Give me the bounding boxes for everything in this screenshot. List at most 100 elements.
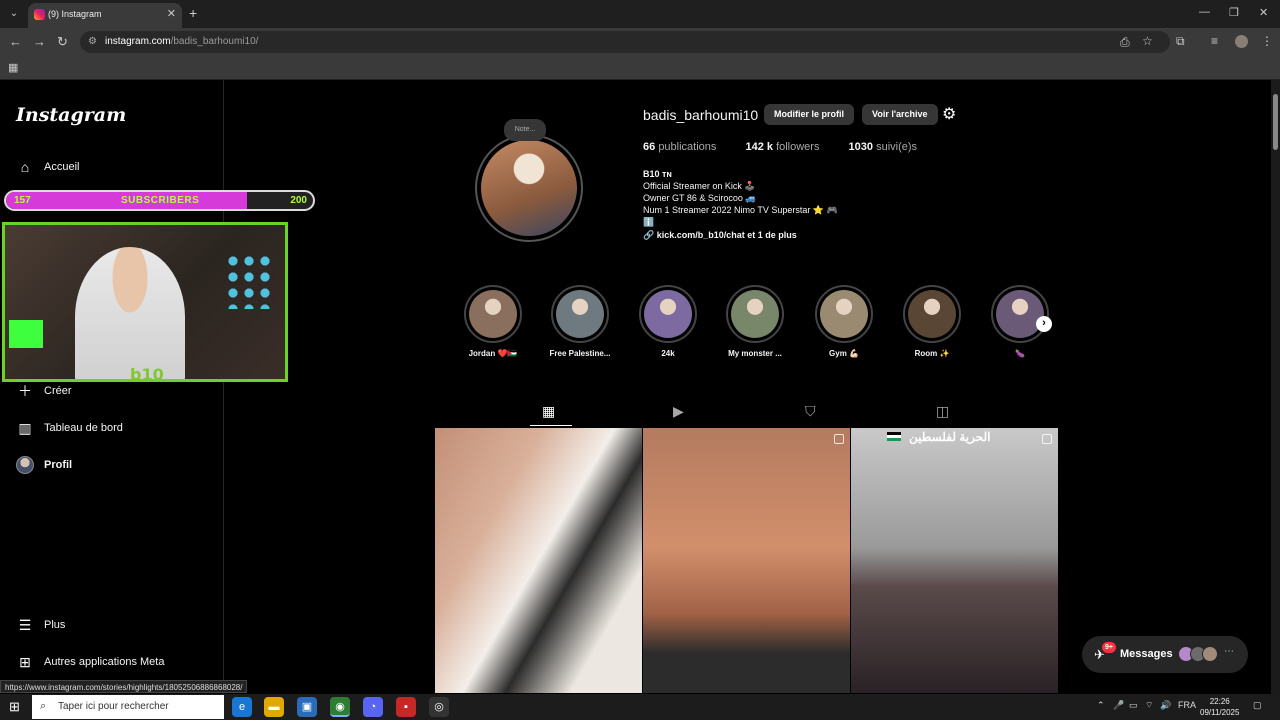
discord-icon[interactable]: ◔ <box>363 697 383 717</box>
store-icon[interactable]: ▣ <box>297 697 317 717</box>
note-bubble[interactable]: Note... <box>504 119 546 141</box>
windows-start-icon[interactable]: ⊞ <box>9 699 20 715</box>
browser-tab-bar: ⌄ (9) Instagram ✕ + — ❐ ✕ <box>0 0 1280 28</box>
reel-icon <box>1042 434 1052 444</box>
extensions-icon[interactable]: ⧉ <box>1176 34 1185 49</box>
sidebar-item-label: Autres applications Meta <box>44 656 165 668</box>
bio-line: Official Streamer on Kick 🕹️ <box>643 181 756 191</box>
taskbar-clock[interactable]: 22:26 09/11/2025 <box>1200 696 1239 718</box>
bio-name: B10 ᴛɴ <box>643 169 672 179</box>
profile-picture[interactable] <box>475 134 583 242</box>
wifi-icon[interactable]: ⌔ <box>1145 700 1153 711</box>
media-controls-icon[interactable]: ≡ <box>1211 34 1218 48</box>
new-tab-icon[interactable]: + <box>189 5 197 21</box>
avatar <box>1202 646 1218 662</box>
subscriber-goal: 200 <box>290 195 307 206</box>
settings-gear-icon[interactable]: ⚙ <box>942 104 956 124</box>
browser-tab[interactable]: (9) Instagram ✕ <box>28 3 182 28</box>
forward-icon[interactable]: → <box>33 34 46 49</box>
highlight-label: Room ✨ <box>914 349 950 358</box>
highlight-item[interactable]: Gym 💪🏻 <box>813 285 875 358</box>
sidebar-item-profile[interactable]: Profil <box>16 453 72 477</box>
post-thumbnail[interactable] <box>643 428 850 693</box>
bookmark-star-icon[interactable]: ☆ <box>1142 34 1153 48</box>
followers-stat[interactable]: 142 k followers <box>745 141 819 153</box>
microphone-icon[interactable]: 🎤 <box>1113 700 1124 711</box>
highlight-item[interactable]: Room ✨ <box>901 285 963 358</box>
tab-tagged-icon[interactable]: ◫ <box>936 403 949 420</box>
sidebar-item-dashboard[interactable]: ▥ Tableau de bord <box>16 416 123 440</box>
scrollbar-thumb[interactable] <box>1273 94 1278 150</box>
window-close-icon[interactable]: ✕ <box>1259 6 1268 19</box>
post-thumbnail[interactable] <box>435 428 642 693</box>
highlight-cover <box>731 290 779 338</box>
tray-chevron-icon[interactable]: ⌃ <box>1097 700 1105 711</box>
sidebar-item-more[interactable]: ☰ Plus <box>16 613 66 637</box>
obs-icon[interactable]: ◎ <box>429 697 449 717</box>
highlights-next-chevron-icon[interactable]: › <box>1036 316 1052 332</box>
messages-button[interactable]: ✈ 9+ Messages ⋯ <box>1082 636 1248 673</box>
sidebar-item-meta-apps[interactable]: ⊞ Autres applications Meta <box>16 650 164 674</box>
search-placeholder: Taper ici pour rechercher <box>58 701 169 712</box>
status-bar-url: https://www.instagram.com/stories/highli… <box>0 680 248 693</box>
highlight-label: Free Palestine... <box>549 349 611 358</box>
bio-line: ℹ️ <box>643 217 655 227</box>
tab-close-icon[interactable]: ✕ <box>167 7 176 20</box>
highlight-cover <box>556 290 604 338</box>
site-info-icon[interactable]: ⚙ <box>88 36 97 47</box>
view-archive-button[interactable]: Voir l'archive <box>862 104 938 125</box>
highlight-item[interactable]: Jordan ❤️🇯🇴 <box>462 285 524 358</box>
instagram-logo[interactable]: Instagram <box>16 104 126 126</box>
tab-search-icon[interactable]: ⌄ <box>6 6 22 22</box>
install-app-icon[interactable]: ⎙ <box>1120 35 1130 50</box>
streaming-app-icon[interactable]: ▪ <box>396 697 416 717</box>
url-text: instagram.com/badis_barhoumi10/ <box>105 36 259 47</box>
post-thumbnail[interactable]: الحرية لفلسطين <box>851 428 1058 693</box>
webcam-overlay: b10 <box>2 222 288 382</box>
subscriber-goal-bar: 157 SUBSCRIBERS 200 <box>4 190 315 211</box>
file-explorer-icon[interactable]: ▬ <box>264 697 284 717</box>
volume-icon[interactable]: 🔊 <box>1160 700 1171 711</box>
profile-picture-image <box>481 140 577 236</box>
link-icon: 🔗 <box>643 230 657 240</box>
restore-icon[interactable]: ❐ <box>1229 6 1239 19</box>
notifications-icon[interactable]: ▢ <box>1253 700 1262 711</box>
webcam-hex-lights <box>225 253 273 309</box>
edit-profile-button[interactable]: Modifier le profil <box>764 104 855 125</box>
tab-title: (9) Instagram <box>48 9 102 19</box>
sidebar-item-home[interactable]: ⌂ Accueil <box>16 155 80 179</box>
highlight-item[interactable]: 24k <box>637 285 699 358</box>
webcam-monitor <box>9 320 43 348</box>
browser-menu-icon[interactable]: ⋮ <box>1261 34 1273 48</box>
minimize-icon[interactable]: — <box>1199 6 1210 18</box>
apps-grid-icon[interactable]: ▦ <box>8 61 18 74</box>
highlight-item[interactable]: Free Palestine... <box>549 285 611 358</box>
tab-saved-bookmark-icon[interactable]: ⛉ <box>805 403 816 420</box>
language-indicator[interactable]: FRA <box>1178 700 1196 710</box>
following-stat[interactable]: 1030 suivi(e)s <box>849 141 918 153</box>
menu-icon: ☰ <box>18 616 32 633</box>
tab-reels-icon[interactable]: ▶ <box>673 403 684 420</box>
taskbar-search[interactable]: ⌕ Taper ici pour rechercher <box>32 695 224 719</box>
messages-badge: 9+ <box>1102 642 1116 653</box>
tab-posts-grid-icon[interactable]: ▦ <box>542 403 555 420</box>
url-field[interactable]: ⚙ instagram.com/badis_barhoumi10/ ⎙ ☆ <box>80 31 1170 53</box>
taskbar: ⊞ ⌕ Taper ici pour rechercher e ▬ ▣ ◉ ◔ … <box>0 694 1280 720</box>
home-icon: ⌂ <box>20 159 30 175</box>
dashboard-icon: ▥ <box>18 419 32 436</box>
reload-icon[interactable]: ↻ <box>57 34 68 50</box>
avatar <box>16 456 34 474</box>
sidebar-item-label: Tableau de bord <box>44 422 123 434</box>
sidebar-item-create[interactable]: ＋ Créer <box>16 379 72 403</box>
carousel-icon <box>834 434 844 444</box>
chrome-icon[interactable]: ◉ <box>330 697 350 717</box>
scrollbar[interactable] <box>1271 80 1280 694</box>
network-icon[interactable]: ▭ <box>1129 700 1138 711</box>
posts-stat: 66 publications <box>643 141 717 153</box>
browser-profile-avatar[interactable] <box>1235 35 1248 48</box>
highlight-item[interactable]: My monster ... <box>724 285 786 358</box>
back-icon[interactable]: ← <box>9 34 22 49</box>
bio-link[interactable]: 🔗 kick.com/b_b10/chat et 1 de plus <box>643 229 838 241</box>
highlight-label: Gym 💪🏻 <box>829 349 859 358</box>
edge-icon[interactable]: e <box>232 697 252 717</box>
